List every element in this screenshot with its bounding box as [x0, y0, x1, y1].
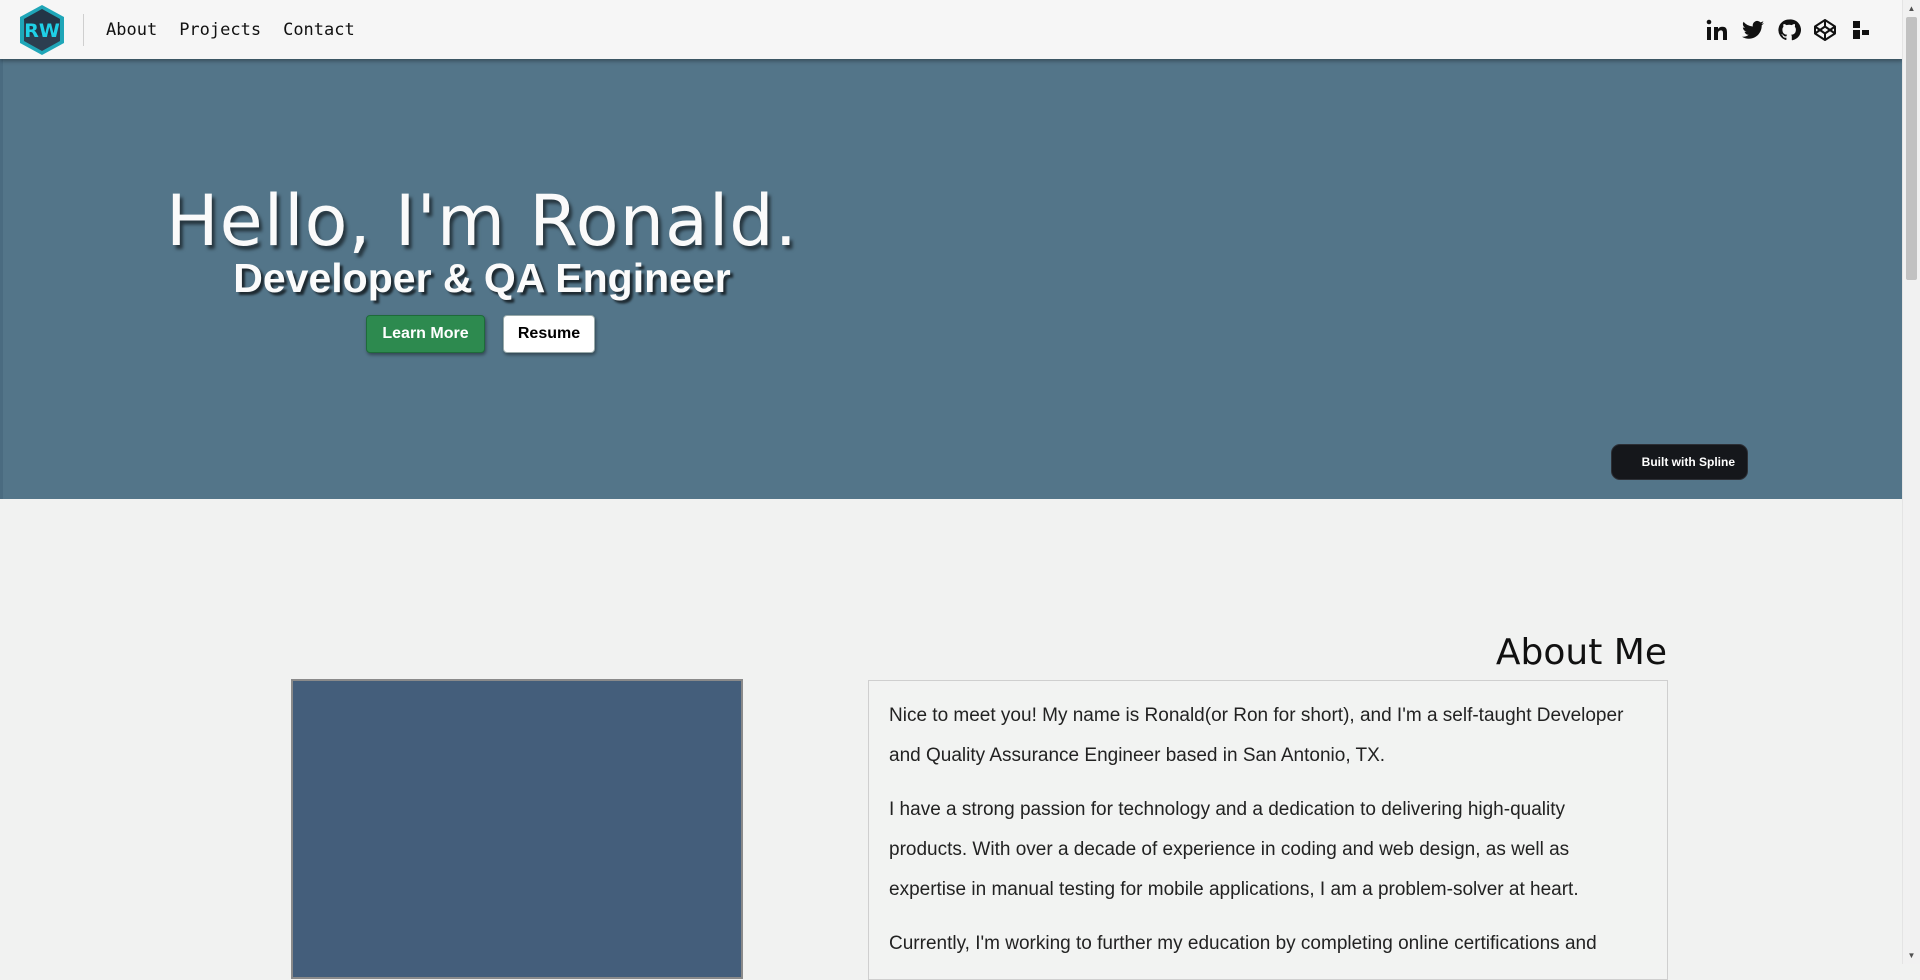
codepen-icon[interactable] — [1813, 18, 1837, 42]
hero-subtitle: Developer & QA Engineer — [233, 255, 731, 301]
fiverr-icon[interactable] — [1849, 18, 1873, 42]
github-icon[interactable] — [1777, 18, 1801, 42]
about-paragraph: I have a strong passion for technology a… — [889, 799, 1579, 900]
social-links — [1705, 18, 1873, 42]
built-with-spline-badge[interactable]: Built with Spline — [1611, 444, 1748, 480]
hero-title: Hello, I'm Ronald. — [166, 180, 798, 262]
nav-link-projects[interactable]: Projects — [179, 20, 261, 40]
navbar: RW About Projects Contact — [0, 0, 1903, 59]
linkedin-icon[interactable] — [1705, 18, 1729, 42]
scroll-thumb[interactable] — [1906, 17, 1917, 280]
nav-link-about[interactable]: About — [106, 20, 157, 40]
nav-link-contact[interactable]: Contact — [283, 20, 355, 40]
nav-links: About Projects Contact — [106, 0, 355, 59]
nav-divider — [83, 14, 84, 46]
page-scrollbar[interactable]: ▲ ▼ — [1902, 0, 1920, 964]
about-text-card: Nice to meet you! My name is Ronald(or R… — [868, 680, 1668, 980]
scroll-down-arrow-icon[interactable]: ▼ — [1903, 947, 1920, 964]
resume-button[interactable]: Resume — [503, 315, 595, 353]
logo[interactable]: RW — [16, 3, 68, 57]
logo-text: RW — [24, 20, 60, 42]
profile-photo — [291, 679, 743, 979]
about-heading: About Me — [1495, 632, 1667, 673]
hero-section: Hello, I'm Ronald. Developer & QA Engine… — [0, 59, 1906, 499]
spline-badge-label: Built with Spline — [1641, 455, 1735, 469]
about-paragraph: Nice to meet you! My name is Ronald(or R… — [889, 705, 1624, 766]
learn-more-button[interactable]: Learn More — [366, 315, 485, 353]
scroll-up-arrow-icon[interactable]: ▲ — [1903, 0, 1920, 17]
about-paragraph: Currently, I'm working to further my edu… — [889, 933, 1597, 954]
twitter-icon[interactable] — [1741, 18, 1765, 42]
logo-icon: RW — [20, 5, 64, 55]
